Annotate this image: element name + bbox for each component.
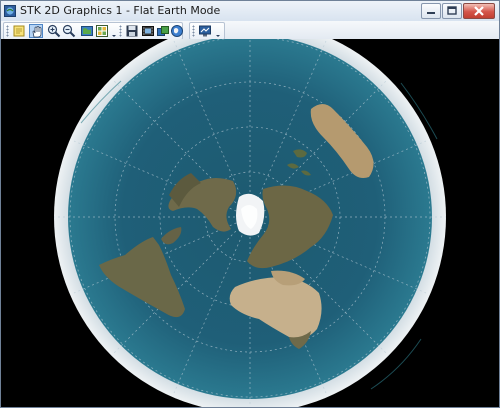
save-image-button[interactable]: [125, 24, 139, 38]
zoom-in-button[interactable]: [47, 24, 61, 38]
globe-icon: [171, 25, 183, 37]
window-title: STK 2D Graphics 1 - Flat Earth Mode: [20, 4, 221, 17]
zoom-out-button[interactable]: [62, 24, 76, 38]
flat-earth-map[interactable]: [1, 39, 499, 407]
properties-button[interactable]: [12, 24, 26, 38]
floppy-icon: [126, 25, 138, 37]
minimize-button[interactable]: [421, 3, 441, 19]
details-button[interactable]: [95, 24, 109, 38]
hand-icon: [32, 26, 42, 38]
app-icon: [4, 5, 16, 17]
title-bar[interactable]: STK 2D Graphics 1 - Flat Earth Mode: [1, 1, 499, 21]
toolbar-grip[interactable]: [6, 25, 9, 37]
map-view-button[interactable]: [80, 24, 94, 38]
view-toolbar: [189, 22, 225, 40]
minimize-icon: [427, 12, 435, 14]
maximize-icon: [447, 6, 457, 15]
app-window: STK 2D Graphics 1 - Flat Earth Mode: [0, 0, 500, 408]
3d-view-button[interactable]: [198, 24, 212, 38]
chevron-down-icon: [112, 35, 116, 37]
maximize-button[interactable]: [442, 3, 462, 19]
main-toolbar: [3, 22, 183, 40]
close-icon: [474, 6, 484, 16]
film-icon: [142, 26, 154, 36]
monitor-icon: [199, 25, 211, 37]
layers-icon: [157, 26, 169, 36]
close-button[interactable]: [463, 3, 495, 19]
grid-icon: [96, 25, 108, 37]
map-icon: [81, 26, 93, 36]
toolbar-grip[interactable]: [119, 25, 122, 37]
window-controls: [421, 3, 495, 19]
toolbar-overflow-chevron[interactable]: [111, 24, 117, 38]
toolbar: [1, 21, 499, 40]
record-button[interactable]: [141, 24, 155, 38]
zoom-out-icon: [62, 24, 76, 38]
layers-button[interactable]: [156, 24, 170, 38]
note-icon: [13, 25, 25, 37]
map-viewport[interactable]: [1, 39, 499, 407]
toolbar-grip[interactable]: [192, 25, 195, 37]
globe-button[interactable]: [170, 24, 184, 38]
chevron-down-icon: [216, 35, 220, 37]
toolbar-overflow-chevron[interactable]: [215, 24, 221, 38]
zoom-in-icon: [47, 24, 61, 38]
pan-button[interactable]: [29, 24, 43, 38]
